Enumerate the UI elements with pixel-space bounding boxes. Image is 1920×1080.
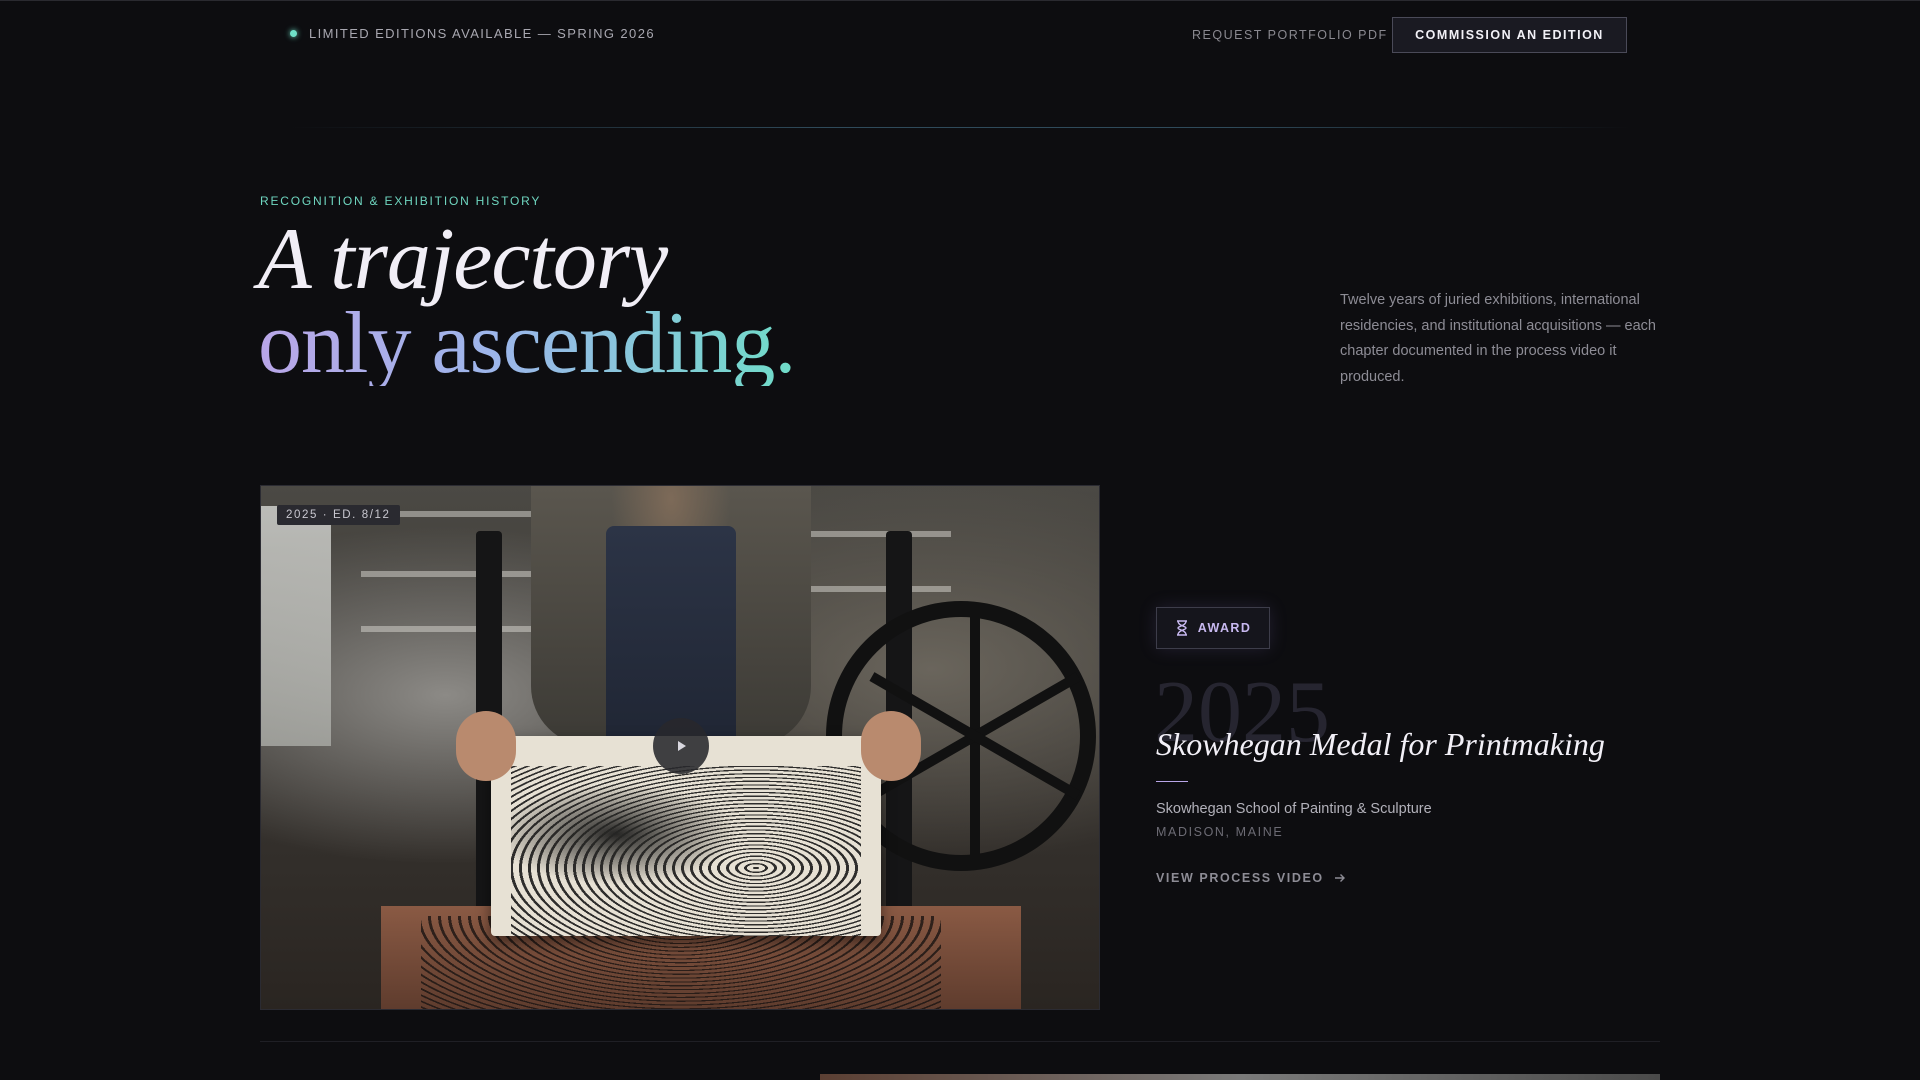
hourglass-icon <box>1176 620 1187 636</box>
top-bar: LIMITED EDITIONS AVAILABLE — SPRING 2026… <box>0 0 1920 72</box>
arrow-right-icon <box>1334 874 1345 882</box>
section-eyebrow: RECOGNITION & EXHIBITION HISTORY <box>260 194 542 208</box>
commission-button[interactable]: COMMISSION AN EDITION <box>1392 17 1627 53</box>
print-image <box>511 766 861 936</box>
process-video-thumbnail[interactable]: 2025 · ED. 8/12 <box>260 485 1100 1010</box>
shelf <box>361 626 541 632</box>
intro-paragraph: Twelve years of juried exhibitions, inte… <box>1340 292 1656 385</box>
right-hand <box>861 711 921 781</box>
award-tag: AWARD <box>1156 607 1270 649</box>
title-underline <box>1156 781 1188 782</box>
institution-location: MADISON, MAINE <box>1156 825 1284 839</box>
availability-text: LIMITED EDITIONS AVAILABLE — SPRING 2026 <box>309 26 655 41</box>
window <box>261 506 331 746</box>
award-title: Skowhegan Medal for Printmaking <box>1156 726 1605 762</box>
page-title: A trajectory only ascending. <box>258 211 796 392</box>
institution-name: Skowhegan School of Painting & Sculpture <box>1156 801 1432 817</box>
title-line-2: only ascending. <box>258 295 796 392</box>
view-process-video-link[interactable]: VIEW PROCESS VIDEO <box>1156 871 1346 885</box>
section-divider <box>260 1041 1660 1042</box>
view-process-video-label: VIEW PROCESS VIDEO <box>1156 871 1324 885</box>
next-entry-thumbnail[interactable] <box>820 1074 1660 1080</box>
play-button[interactable] <box>653 718 709 774</box>
left-hand <box>456 711 516 781</box>
edition-badge: 2025 · ED. 8/12 <box>277 505 400 525</box>
availability-notice: LIMITED EDITIONS AVAILABLE — SPRING 2026 <box>290 26 655 41</box>
shelf <box>361 571 541 577</box>
status-dot-icon <box>290 30 297 37</box>
title-line-1: A trajectory <box>258 211 668 308</box>
award-tag-label: AWARD <box>1197 621 1252 635</box>
play-icon <box>678 741 686 751</box>
header-divider <box>290 127 1630 128</box>
request-portfolio-link[interactable]: REQUEST PORTFOLIO PDF <box>1192 28 1388 42</box>
